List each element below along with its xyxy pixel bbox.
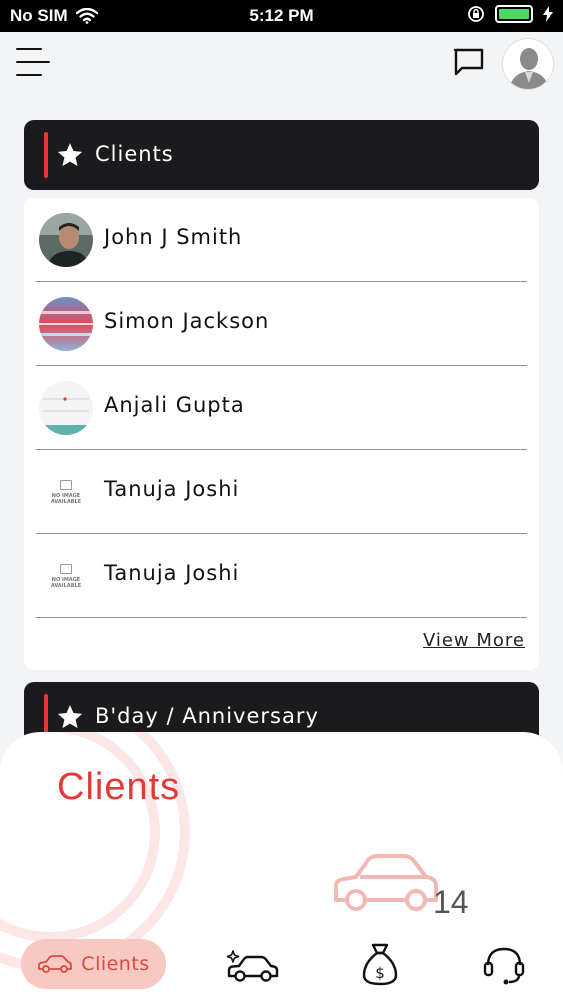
user-avatar-icon[interactable] xyxy=(502,38,554,90)
section-title: Clients xyxy=(95,142,174,166)
client-name: John J Smith xyxy=(104,225,243,249)
clients-list: John J Smith Simon Jackson Anjali Gupta … xyxy=(24,198,539,670)
view-more-link[interactable]: View More xyxy=(423,630,525,651)
client-avatar xyxy=(39,213,93,267)
nav-finance-tab[interactable]: $ xyxy=(352,939,408,989)
orientation-lock-icon xyxy=(468,6,484,22)
car-icon xyxy=(334,854,438,911)
client-count: 14 xyxy=(433,884,469,920)
client-name: Tanuja Joshi xyxy=(104,477,240,501)
nav-support-tab[interactable] xyxy=(476,939,532,989)
no-image-label: NO IMAGE AVAILABLE xyxy=(50,576,82,589)
status-right xyxy=(467,5,553,23)
headset-icon xyxy=(483,947,525,985)
image-placeholder-icon xyxy=(60,479,72,490)
person-silhouette-icon xyxy=(503,39,553,89)
menu-line xyxy=(16,74,42,76)
nav-clients-tab[interactable]: Clients xyxy=(21,939,166,989)
client-row[interactable]: NO IMAGE AVAILABLE Tanuja Joshi xyxy=(24,534,539,618)
chat-icon[interactable] xyxy=(453,47,485,77)
status-bar: No SIM 5:12 PM xyxy=(0,0,563,32)
client-name: Simon Jackson xyxy=(104,309,270,333)
image-placeholder-icon xyxy=(60,563,72,574)
client-row[interactable]: John J Smith xyxy=(24,198,539,282)
section-title: B'day / Anniversary xyxy=(95,704,319,728)
star-icon xyxy=(57,705,83,729)
battery-level xyxy=(499,9,529,19)
client-row[interactable]: Simon Jackson xyxy=(24,282,539,366)
client-avatar xyxy=(39,381,93,435)
nav-label: Clients xyxy=(81,953,150,975)
sparkle-car-icon xyxy=(226,950,279,982)
nav-service-tab[interactable] xyxy=(220,939,284,989)
client-name: Anjali Gupta xyxy=(104,393,245,417)
client-name: Tanuja Joshi xyxy=(104,561,240,585)
charging-icon xyxy=(543,6,553,22)
no-image-label: NO IMAGE AVAILABLE xyxy=(50,492,82,505)
menu-line xyxy=(16,48,42,50)
divider xyxy=(36,617,527,618)
star-icon xyxy=(57,143,83,167)
money-bag-icon: $ xyxy=(362,943,398,986)
client-avatar xyxy=(39,297,93,351)
battery-icon xyxy=(495,5,533,23)
clients-section-header: Clients xyxy=(24,120,539,190)
client-row[interactable]: Anjali Gupta xyxy=(24,366,539,450)
client-row[interactable]: NO IMAGE AVAILABLE Tanuja Joshi xyxy=(24,450,539,534)
svg-text:$: $ xyxy=(375,964,385,982)
sheet-title: Clients xyxy=(57,766,181,808)
no-image-placeholder: NO IMAGE AVAILABLE xyxy=(39,465,93,519)
no-image-placeholder: NO IMAGE AVAILABLE xyxy=(39,549,93,603)
menu-line xyxy=(16,61,50,63)
accent-bar xyxy=(44,132,48,178)
car-icon xyxy=(38,955,73,973)
hamburger-icon[interactable] xyxy=(16,46,50,80)
